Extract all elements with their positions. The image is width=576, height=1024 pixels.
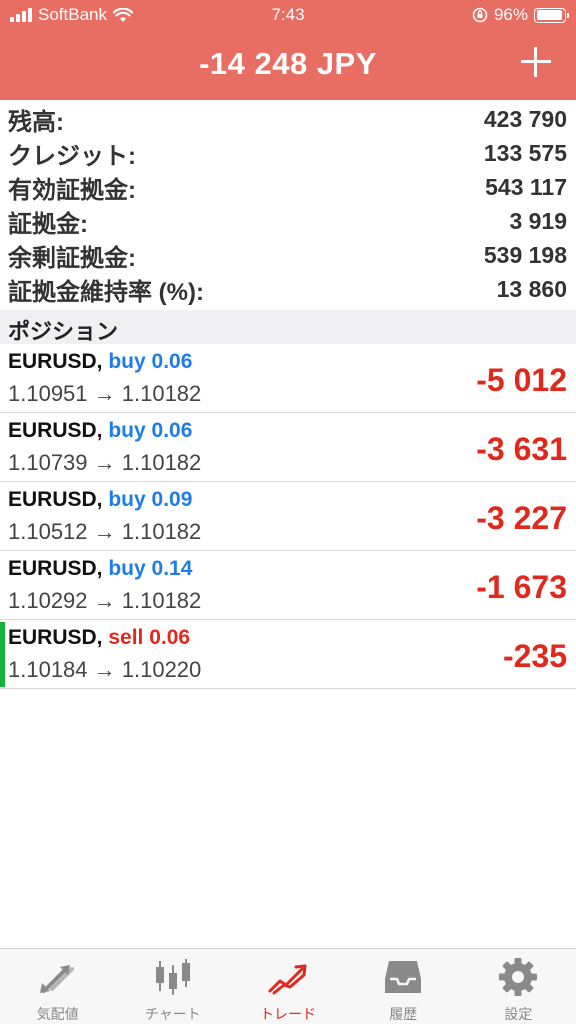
position-type: buy 0.06 [108,419,193,442]
position-row[interactable]: EURUSD, buy 0.06 1.10951 → 1.10182 -5 01… [0,344,576,413]
position-symbol: EURUSD, [8,557,103,580]
app-header: SoftBank 7:43 96% -14 248 JPY [0,0,576,100]
tab-label: 気配値 [36,1006,79,1022]
candlestick-chart-icon [155,959,190,995]
history-inbox-icon [385,961,422,993]
position-profit: -3 631 [476,431,567,467]
position-type: buy 0.09 [108,488,193,511]
orientation-lock-icon [472,7,488,23]
position-profit: -235 [502,638,567,674]
position-row[interactable]: EURUSD, buy 0.14 1.10292 → 1.10182 -1 67… [0,551,576,620]
summary-row-equity: 有効証拠金: 543 117 [0,170,576,204]
position-title: EURUSD, buy 0.14 [8,557,192,581]
summary-label: 証拠金: [8,210,88,238]
summary-label: クレジット: [8,142,136,170]
summary-value: 543 117 [485,173,567,200]
gear-icon [499,958,538,996]
summary-row-balance: 残高: 423 790 [0,102,576,136]
position-title: EURUSD, buy 0.09 [8,488,192,512]
summary-label: 余剰証拠金: [8,244,136,272]
position-type: sell 0.06 [108,626,191,649]
positions-section-header: ポジション [0,310,576,344]
bottom-tab-bar: 気配値 チャート トレード 履歴 設定 [0,948,576,1024]
position-prices: 1.10184 → 1.10220 [8,657,202,682]
summary-row-margin: 証拠金: 3 919 [0,204,576,238]
position-type: buy 0.14 [108,557,193,580]
tab-settings[interactable]: 設定 [461,949,576,1024]
position-profit: -1 673 [476,569,567,605]
tab-label: トレード [260,1006,316,1022]
summary-value: 3 919 [509,207,567,234]
tab-quotes[interactable]: 気配値 [0,949,115,1024]
tab-trade[interactable]: トレード [230,949,345,1024]
tab-chart[interactable]: チャート [115,949,230,1024]
summary-value: 539 198 [483,241,567,268]
battery-percent: 96% [493,5,528,24]
tab-label: 履歴 [389,1006,418,1022]
status-right: 96% [472,5,569,25]
position-symbol: EURUSD, [8,419,103,442]
trade-trend-icon [268,964,307,995]
position-title: EURUSD, buy 0.06 [8,350,192,374]
position-profit: -5 012 [476,362,567,398]
position-row[interactable]: EURUSD, buy 0.06 1.10739 → 1.10182 -3 63… [0,413,576,482]
tab-label: 設定 [504,1006,533,1022]
position-type: buy 0.06 [108,350,193,373]
battery-icon [534,7,569,23]
summary-row-margin-level: 証拠金維持率 (%): 13 860 [0,272,576,306]
tab-label: チャート [144,1006,201,1022]
position-prices: 1.10292 → 1.10182 [8,588,202,613]
equity-pl-title: -14 248 JPY [199,46,377,81]
position-prices: 1.10951 → 1.10182 [8,381,202,406]
account-summary: 残高: 423 790 クレジット: 133 575 有効証拠金: 543 11… [0,102,576,306]
position-prices: 1.10512 → 1.10182 [8,519,202,544]
add-order-button[interactable] [518,44,554,80]
summary-value: 423 790 [483,105,567,132]
positions-list: EURUSD, buy 0.06 1.10951 → 1.10182 -5 01… [0,344,576,689]
status-bar: SoftBank 7:43 96% [0,0,576,32]
position-title: EURUSD, buy 0.06 [8,419,192,443]
summary-value: 133 575 [483,139,567,166]
summary-label: 残高: [8,108,64,136]
quotes-arrows-icon [39,965,74,993]
summary-row-free-margin: 余剰証拠金: 539 198 [0,238,576,272]
position-symbol: EURUSD, [8,350,103,373]
position-symbol: EURUSD, [8,488,103,511]
tab-history[interactable]: 履歴 [346,949,461,1024]
position-row[interactable]: EURUSD, buy 0.09 1.10512 → 1.10182 -3 22… [0,482,576,551]
position-row-selected[interactable]: EURUSD, sell 0.06 1.10184 → 1.10220 -235 [0,620,576,689]
summary-value: 13 860 [496,275,567,302]
position-profit: -3 227 [476,500,567,536]
position-symbol: EURUSD, [8,626,103,649]
battery-fill [536,10,563,20]
selected-marker [0,622,5,687]
position-prices: 1.10739 → 1.10182 [8,450,202,475]
summary-label: 有効証拠金: [8,176,136,204]
summary-label: 証拠金維持率 (%): [8,278,204,306]
summary-row-credit: クレジット: 133 575 [0,136,576,170]
position-title: EURUSD, sell 0.06 [8,626,190,650]
